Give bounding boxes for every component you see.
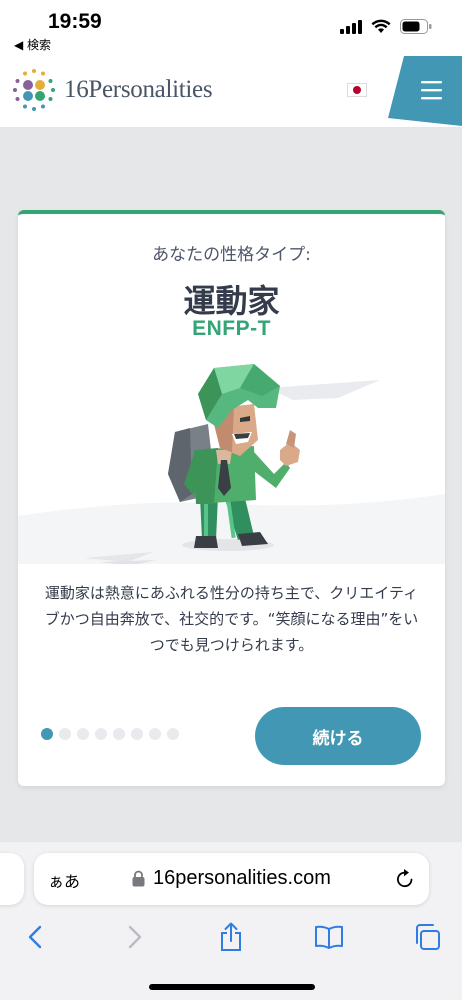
share-button[interactable] [211,917,251,957]
lock-icon [132,870,145,887]
status-bar: 19:59 ◀ 検索 [0,0,462,56]
home-indicator[interactable] [149,984,315,990]
pager-dot[interactable] [59,728,71,740]
reload-icon[interactable] [395,868,415,890]
url-display[interactable]: 16personalities.com [132,867,331,890]
pager-dot[interactable] [131,728,143,740]
pager-dot[interactable] [149,728,161,740]
safari-bottom-bar: ぁあ 16personalities.com [0,842,462,1000]
back-to-search-link[interactable]: ◀ 検索 [14,36,51,53]
menu-button[interactable] [388,56,462,126]
pager-dot[interactable] [113,728,125,740]
logo-dots-icon [13,69,55,111]
pager-dots [41,728,179,740]
cellular-signal-icon [340,19,362,34]
wifi-icon [371,19,391,33]
bookmarks-button[interactable] [309,917,349,957]
campaigner-character-illustration [18,364,445,564]
pager-dot[interactable] [167,728,179,740]
tabs-button[interactable] [407,917,447,957]
page-settings-button[interactable]: ぁあ [48,868,80,892]
safari-toolbar [0,917,462,957]
url-text: 16personalities.com [153,867,331,889]
card-subtitle: あなたの性格タイプ: [152,245,311,265]
back-button[interactable] [15,917,55,957]
japan-flag-icon[interactable] [347,83,367,97]
pager-dot[interactable] [77,728,89,740]
pager-dot[interactable] [95,728,107,740]
battery-icon [400,19,432,34]
site-header: 16Personalities [0,56,462,128]
continue-button[interactable]: 続ける [255,707,421,765]
logo-text: 16Personalities [64,76,213,103]
status-icons [340,19,432,34]
forward-icon [128,925,142,949]
address-bar[interactable]: ぁあ 16personalities.com [34,853,429,905]
personality-result-card: あなたの性格タイプ: 運動家 ENFP-T 運動家は熱意にあふれる性分の持ち主で… [18,210,445,786]
share-icon [221,922,241,951]
bookmarks-icon [315,925,343,949]
site-logo[interactable]: 16Personalities [12,68,213,112]
personality-type-name: 運動家 [183,282,280,320]
tabs-icon [416,924,440,950]
status-time: 19:59 [48,10,102,33]
personality-type-code: ENFP-T [192,317,271,340]
back-icon [28,925,42,949]
forward-button[interactable] [115,917,155,957]
pager-dot-active[interactable] [41,728,53,740]
personality-description: 運動家は熱意にあふれる性分の持ち主で、クリエイティブかつ自由奔放で、社交的です。… [44,584,419,654]
previous-tab-preview[interactable] [0,853,24,905]
